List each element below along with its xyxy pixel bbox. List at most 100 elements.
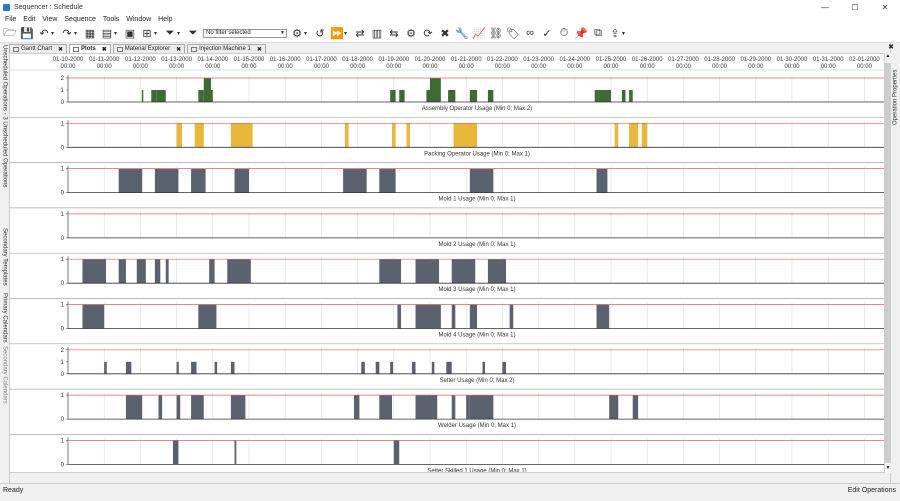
usage-bar (469, 90, 478, 102)
tab-gantt-chart[interactable]: Gantt Chart ✖ (9, 44, 68, 53)
timeline-date: 01-20-2000 (415, 57, 446, 63)
export-icon[interactable]: ⇪ (608, 26, 622, 40)
scroll-down-icon[interactable]: ▼ (885, 465, 891, 473)
close-icon[interactable]: ✖ (102, 46, 107, 53)
filter-icon[interactable]: ⏷ (163, 26, 177, 40)
tab-plots[interactable]: Plots ✖ (69, 44, 111, 53)
timeline-time: 00:00 (205, 64, 221, 70)
window-controls: — ☐ ✕ (810, 0, 900, 14)
filter-select[interactable]: No filter selected ▼ (203, 28, 287, 38)
usage-bar (82, 304, 105, 329)
minimize-button[interactable]: — (810, 0, 840, 14)
gantt-view-icon[interactable]: ▦ (83, 26, 97, 40)
delete-icon[interactable]: ✖ (438, 26, 452, 40)
usage-bar (227, 259, 251, 284)
link-icon[interactable]: ⛓ (489, 26, 503, 40)
scrollbar-thumb[interactable] (885, 63, 891, 463)
chevron-down-icon[interactable]: ▾ (304, 30, 310, 37)
window-title: Sequencer : Schedule (14, 3, 83, 11)
calendar-icon[interactable]: ▥ (370, 26, 384, 40)
tab-injection-machine-1[interactable]: Injection Machine 1 ✖ (187, 44, 266, 53)
undo-icon[interactable]: ↶ (37, 26, 51, 40)
chevron-down-icon[interactable]: ▾ (74, 30, 80, 37)
layers-icon[interactable]: ⧉ (591, 26, 605, 40)
usage-bar (344, 123, 349, 148)
usage-bar (154, 168, 179, 193)
close-button[interactable]: ✕ (870, 0, 900, 14)
stopwatch-icon[interactable]: ⏱ (557, 26, 571, 40)
close-all-icon[interactable]: ✖ (888, 43, 894, 51)
close-icon[interactable]: ✖ (58, 46, 63, 53)
menu-file[interactable]: File (5, 16, 16, 23)
redo-icon[interactable]: ↷ (60, 26, 74, 40)
chevron-down-icon[interactable]: ▾ (154, 30, 160, 37)
plot-title: Mold 1 Usage (Min 0; Max 1) (438, 197, 515, 203)
resequence-icon[interactable]: ⇄ (353, 26, 367, 40)
chevron-down-icon[interactable]: ▾ (114, 30, 120, 37)
status-mode: Edit Operations (847, 487, 896, 494)
menu-help[interactable]: Help (158, 16, 172, 23)
tab-material-explorer[interactable]: Material Explorer ✖ (112, 44, 186, 53)
usage-bar (406, 123, 411, 148)
document-tabs: Gantt Chart ✖ Plots ✖ Material Explorer … (9, 43, 889, 53)
secondary-templates-tab[interactable]: Secondary Templates (0, 228, 9, 288)
exchange-icon[interactable]: ⇆ (387, 26, 401, 40)
close-icon[interactable]: ✖ (257, 46, 262, 53)
tag-icon[interactable]: 🏷 (506, 26, 520, 40)
open-folder-icon[interactable]: 🗁 (3, 26, 17, 40)
usage-bar (156, 90, 166, 102)
timeline-date: 02-01-2000 (849, 57, 880, 63)
timeline-date: 01-22-2000 (487, 57, 518, 63)
usage-bar (509, 304, 514, 329)
filter-settings-icon[interactable]: ⚙ (290, 26, 304, 40)
y-tick-label: 0 (61, 236, 65, 242)
operation-properties-tab[interactable]: Operation Properties (891, 45, 900, 125)
chevron-down-icon[interactable]: ▾ (344, 30, 350, 37)
settings-icon[interactable]: ⚙ (404, 26, 418, 40)
usage-bar (629, 123, 639, 148)
layout-icon[interactable]: ▤ (100, 26, 114, 40)
close-icon[interactable]: ✖ (176, 46, 181, 53)
sync-icon[interactable]: ⟳ (421, 26, 435, 40)
usage-bar (214, 361, 218, 374)
menu-window[interactable]: Window (126, 16, 151, 23)
wrench-icon[interactable]: 🔧 (455, 26, 469, 40)
sequence-icon[interactable]: ↺ (313, 26, 327, 40)
usage-bar (487, 259, 507, 284)
y-tick-label: 0 (61, 372, 65, 378)
y-tick-label: 0 (61, 417, 65, 423)
usage-bar (393, 440, 400, 465)
secondary-calendars-tab[interactable]: Secondary Calendars (0, 346, 9, 406)
menu-view[interactable]: View (42, 16, 57, 23)
timeline-time: 00:00 (640, 64, 656, 70)
chevron-down-icon[interactable]: ▾ (622, 30, 628, 37)
menu-sequence[interactable]: Sequence (64, 16, 96, 23)
save-icon[interactable]: 💾 (20, 26, 34, 40)
table-icon[interactable]: ⊞ (140, 26, 154, 40)
clear-filter-icon[interactable]: ⏷ (186, 26, 200, 40)
maximize-button[interactable]: ☐ (840, 0, 870, 14)
timeline-time: 00:00 (495, 64, 511, 70)
timeline-date: 01-14-2000 (197, 57, 228, 63)
y-tick-label: 1 (61, 257, 65, 263)
chart-icon[interactable]: 📈 (472, 26, 486, 40)
timeline-time: 00:00 (422, 64, 438, 70)
menu-edit[interactable]: Edit (23, 16, 35, 23)
infinite-icon[interactable]: ∞ (523, 26, 537, 40)
pin-icon[interactable]: 📌 (574, 26, 588, 40)
usage-bar (411, 361, 416, 374)
gantt-icon (13, 46, 19, 52)
usage-plots: 01-10-200000:0001-11-200000:0001-12-2000… (10, 57, 884, 472)
report-icon[interactable]: ▣ (123, 26, 137, 40)
usage-bar (399, 90, 405, 102)
check-icon[interactable]: ✓ (540, 26, 554, 40)
chevron-down-icon[interactable]: ▾ (51, 30, 57, 37)
usage-bar (390, 90, 396, 102)
menu-tools[interactable]: Tools (103, 16, 119, 23)
chevron-down-icon[interactable]: ▾ (177, 30, 183, 37)
scroll-up-icon[interactable]: ▲ (885, 53, 891, 61)
vertical-scrollbar[interactable]: ▲ ▼ (885, 53, 891, 473)
unscheduled-operations-tab[interactable]: Unscheduled Operations - 3 Unscheduled O… (0, 45, 9, 215)
forward-icon[interactable]: ⏩ (330, 26, 344, 40)
primary-calendars-tab[interactable]: Primary Calendars (0, 293, 9, 343)
